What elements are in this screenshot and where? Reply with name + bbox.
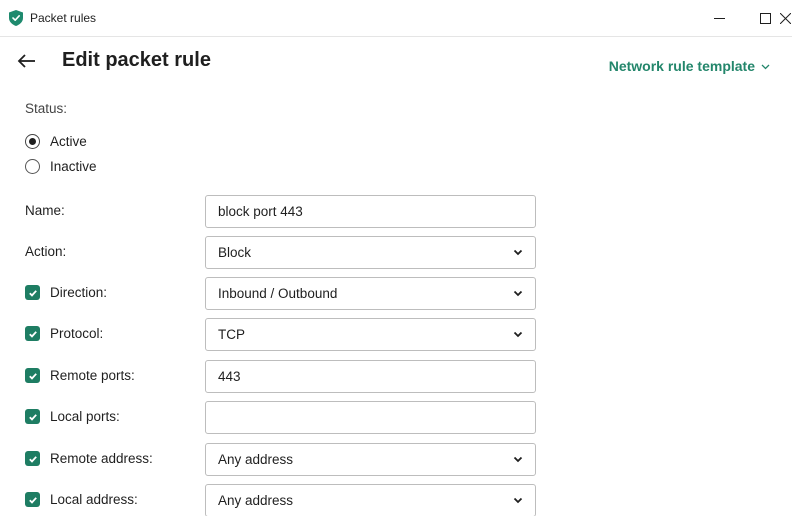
direction-value: Inbound / Outbound xyxy=(218,286,338,301)
name-label: Name: xyxy=(25,203,65,218)
remote-address-label-group: Remote address: xyxy=(25,451,153,466)
title-bar: Packet rules xyxy=(0,0,792,36)
direction-row: Direction: Inbound / Outbound xyxy=(25,277,545,311)
checkmark-icon xyxy=(28,330,37,338)
dropdown-arrow-icon xyxy=(513,331,523,338)
name-input[interactable] xyxy=(205,195,536,228)
title-bar-divider xyxy=(0,36,792,37)
direction-select[interactable]: Inbound / Outbound xyxy=(205,277,536,310)
close-button[interactable] xyxy=(780,0,792,36)
radio-button-checked[interactable] xyxy=(25,134,40,149)
remote-address-label: Remote address: xyxy=(50,451,153,466)
window-title: Packet rules xyxy=(30,11,97,25)
local-address-label-group: Local address: xyxy=(25,492,138,507)
local-address-label: Local address: xyxy=(50,492,138,507)
local-ports-input[interactable] xyxy=(205,401,536,434)
name-row: Name: xyxy=(25,195,545,229)
back-button[interactable] xyxy=(16,50,38,72)
local-address-row: Local address: Any address xyxy=(25,484,545,516)
radio-button-unchecked[interactable] xyxy=(25,159,40,174)
remote-ports-label-group: Remote ports: xyxy=(25,368,135,383)
chevron-down-icon xyxy=(761,64,770,69)
page-title: Edit packet rule xyxy=(62,49,211,71)
action-row: Action: Block xyxy=(25,236,545,270)
action-value: Block xyxy=(218,245,252,260)
network-rule-template-dropdown[interactable]: Network rule template xyxy=(609,58,770,74)
checkmark-icon xyxy=(28,496,37,504)
close-icon xyxy=(780,12,791,24)
remote-ports-label: Remote ports: xyxy=(50,368,135,383)
local-ports-checkbox[interactable] xyxy=(25,409,40,424)
direction-label-group: Direction: xyxy=(25,285,107,300)
shield-icon xyxy=(9,10,23,26)
dropdown-arrow-icon xyxy=(513,456,523,463)
dropdown-arrow-icon xyxy=(513,290,523,297)
radio-label-active: Active xyxy=(50,134,87,149)
dropdown-arrow-icon xyxy=(513,249,523,256)
checkmark-icon xyxy=(28,372,37,380)
local-ports-label-group: Local ports: xyxy=(25,409,120,424)
checkmark-icon xyxy=(28,455,37,463)
protocol-value: TCP xyxy=(218,327,245,342)
remote-ports-input[interactable] xyxy=(205,360,536,393)
remote-address-select[interactable]: Any address xyxy=(205,443,536,476)
local-address-select[interactable]: Any address xyxy=(205,484,536,516)
remote-address-value: Any address xyxy=(218,452,294,467)
radio-label-inactive: Inactive xyxy=(50,159,97,174)
maximize-icon xyxy=(759,12,771,24)
protocol-label: Protocol: xyxy=(50,326,104,341)
dropdown-arrow-icon xyxy=(513,497,523,504)
local-ports-label: Local ports: xyxy=(50,409,120,424)
checkmark-icon xyxy=(28,289,37,297)
direction-checkbox[interactable] xyxy=(25,285,40,300)
protocol-label-group: Protocol: xyxy=(25,326,103,341)
minimize-button[interactable] xyxy=(696,0,742,36)
local-address-checkbox[interactable] xyxy=(25,492,40,507)
action-label: Action: xyxy=(25,244,67,259)
local-address-value: Any address xyxy=(218,493,294,508)
protocol-checkbox[interactable] xyxy=(25,326,40,341)
remote-address-checkbox[interactable] xyxy=(25,451,40,466)
template-link-label: Network rule template xyxy=(608,58,755,74)
protocol-select[interactable]: TCP xyxy=(205,318,536,351)
local-ports-row: Local ports: xyxy=(25,401,545,435)
action-select[interactable]: Block xyxy=(205,236,536,269)
remote-ports-row: Remote ports: xyxy=(25,360,545,394)
status-label: Status: xyxy=(25,101,68,116)
status-inactive-radio[interactable]: Inactive xyxy=(25,159,97,174)
protocol-row: Protocol: TCP xyxy=(25,318,545,352)
remote-ports-checkbox[interactable] xyxy=(25,368,40,383)
minimize-icon xyxy=(713,17,725,19)
back-arrow-icon xyxy=(17,54,35,68)
direction-label: Direction: xyxy=(50,285,108,300)
checkmark-icon xyxy=(28,413,37,421)
status-active-radio[interactable]: Active xyxy=(25,134,87,149)
remote-address-row: Remote address: Any address xyxy=(25,443,545,477)
